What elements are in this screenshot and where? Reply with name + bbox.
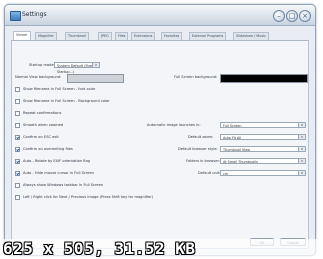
startup-mode-select[interactable]: System Default (Fixed Startup...) ▾ bbox=[54, 62, 100, 74]
checkbox-repeat-confirmations[interactable] bbox=[15, 111, 20, 116]
chevron-down-icon: ▾ bbox=[298, 123, 305, 127]
checkbox-show-filename-font[interactable] bbox=[15, 87, 20, 92]
checkbox-label: Repeat confirmations bbox=[23, 111, 62, 115]
folders-browser-label: Folders in browser: bbox=[186, 159, 221, 163]
app-icon bbox=[10, 11, 21, 21]
auto-launch-label: Automatic image launches in: bbox=[147, 123, 201, 127]
checkbox-label: Confirm on overwriting files bbox=[23, 147, 73, 151]
checkbox-label: Auto - Rotate by EXIF orientation flag bbox=[23, 159, 90, 163]
checkbox-smooth-zoom[interactable] bbox=[15, 123, 20, 128]
tab-files[interactable]: Files bbox=[115, 32, 129, 40]
default-unit-value: cm bbox=[223, 172, 229, 176]
chevron-down-icon: ▾ bbox=[298, 159, 305, 163]
fullscreen-bg-label: Full Screen background: bbox=[174, 75, 218, 79]
checkbox-label: Left / Right click for Next / Previous i… bbox=[23, 195, 154, 199]
default-zoom-value: Auto Fit All bbox=[223, 136, 242, 140]
checkbox-confirm-esc[interactable] bbox=[15, 135, 20, 140]
tab-jpeg[interactable]: JPEG bbox=[98, 32, 112, 40]
checkbox-auto-hide-cursor[interactable] bbox=[15, 171, 20, 176]
image-info-overlay: 625 x 505, 31.52 KB bbox=[2, 238, 196, 258]
startup-mode-value: System Default (Fixed Startup...) bbox=[57, 64, 95, 74]
checkbox-label: Smooth when zoomed bbox=[23, 123, 64, 127]
default-unit-select[interactable]: cm ▾ bbox=[220, 170, 306, 176]
checkbox-label: Always show Windows taskbar in Full Scre… bbox=[23, 183, 104, 187]
default-zoom-label: Default zoom: bbox=[188, 135, 214, 139]
tab-bar: Viewer Magnifier Thumbnail JPEG Files Ex… bbox=[11, 31, 309, 41]
tab-favorites[interactable]: Favorites bbox=[161, 32, 183, 40]
close-icon[interactable]: × bbox=[299, 10, 311, 22]
tab-extensions[interactable]: Extensions bbox=[131, 32, 156, 40]
checkbox-label: Show filename in Full Screen - Backgroun… bbox=[23, 99, 110, 103]
chevron-down-icon: ▾ bbox=[298, 171, 305, 175]
tab-viewer[interactable]: Viewer bbox=[13, 31, 31, 40]
maximize-icon[interactable]: □ bbox=[286, 10, 298, 22]
checkbox-confirm-overwrite[interactable] bbox=[15, 147, 20, 152]
checkbox-label: Confirm on ESC exit bbox=[23, 135, 59, 139]
tab-external-programs[interactable]: External Programs bbox=[189, 32, 227, 40]
browser-style-select[interactable]: Thumbnail View ▾ bbox=[220, 146, 306, 152]
checkbox-left-right-click[interactable] bbox=[15, 195, 20, 200]
checkbox-show-taskbar[interactable] bbox=[15, 183, 20, 188]
minimize-icon[interactable]: – bbox=[273, 10, 285, 22]
window-title: Settings bbox=[22, 11, 47, 18]
normal-bg-color-swatch[interactable] bbox=[67, 74, 124, 83]
tab-magnifier[interactable]: Magnifier bbox=[35, 32, 57, 40]
tab-slideshow-music[interactable]: Slideshow / Music bbox=[233, 32, 269, 40]
checkbox-label: Auto - Hide mouse cursor in Full Screen bbox=[23, 171, 94, 175]
checkbox-show-filename-bg[interactable] bbox=[15, 99, 20, 104]
fullscreen-bg-color-swatch[interactable] bbox=[220, 74, 308, 83]
chevron-down-icon: ▾ bbox=[298, 135, 305, 139]
browser-style-label: Default browser style: bbox=[178, 147, 218, 151]
checkbox-auto-rotate-exif[interactable] bbox=[15, 159, 20, 164]
auto-launch-select[interactable]: Full Screen ▾ bbox=[220, 122, 306, 128]
folders-browser-select[interactable]: At Small Thumbnails ▾ bbox=[220, 158, 306, 164]
auto-launch-value: Full Screen bbox=[223, 124, 242, 128]
default-zoom-select[interactable]: Auto Fit All ▾ bbox=[220, 134, 306, 140]
viewer-settings-panel: Startup mode: System Default (Fixed Star… bbox=[11, 41, 309, 249]
startup-mode-label: Startup mode: bbox=[29, 63, 55, 67]
settings-window: Settings – □ × Viewer Magnifier Thumbnai… bbox=[4, 4, 316, 256]
chevron-down-icon: ▾ bbox=[92, 63, 99, 67]
checkbox-label: Show filename in Full Screen - font colo… bbox=[23, 87, 96, 91]
tab-thumbnail[interactable]: Thumbnail bbox=[65, 32, 89, 40]
normal-bg-label: Normal View background: bbox=[15, 75, 62, 79]
title-bar[interactable]: Settings – □ × bbox=[5, 5, 315, 26]
default-unit-label: Default unit: bbox=[198, 171, 221, 175]
chevron-down-icon: ▾ bbox=[298, 147, 305, 151]
browser-style-value: Thumbnail View bbox=[223, 148, 251, 152]
folders-browser-value: At Small Thumbnails bbox=[223, 160, 258, 164]
